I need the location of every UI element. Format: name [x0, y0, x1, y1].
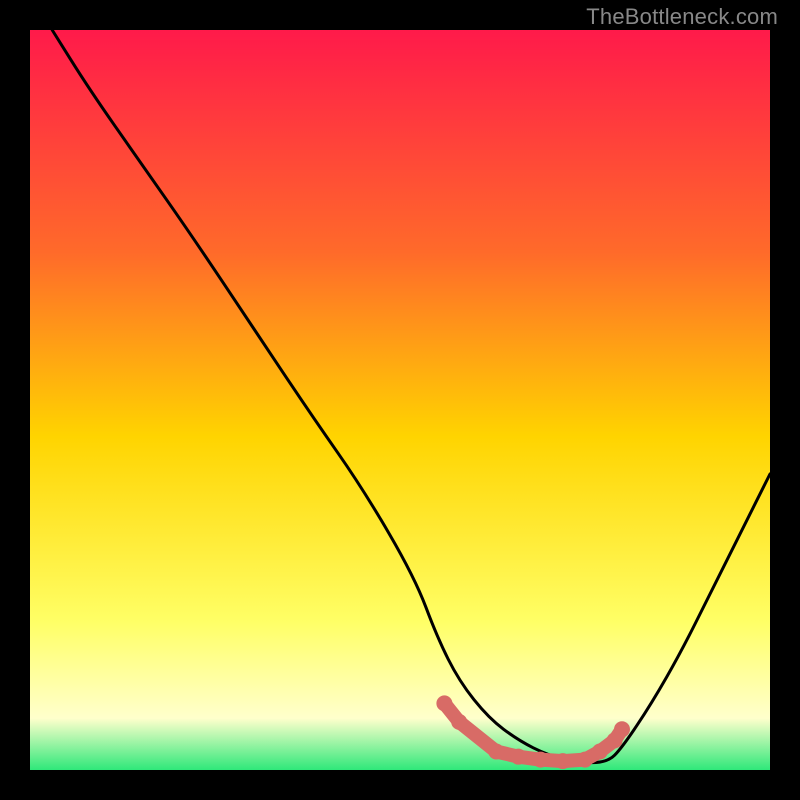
marker-dot	[577, 752, 593, 768]
gradient-background	[30, 30, 770, 770]
marker-dot	[533, 752, 549, 768]
chart-container: TheBottleneck.com	[0, 0, 800, 800]
marker-dot	[451, 714, 467, 730]
marker-dot	[510, 749, 526, 765]
marker-dot	[614, 721, 630, 737]
marker-dot	[592, 744, 608, 760]
marker-dot	[555, 753, 571, 769]
watermark-text: TheBottleneck.com	[586, 4, 778, 30]
marker-dot	[488, 744, 504, 760]
marker-dot	[436, 695, 452, 711]
bottleneck-chart	[0, 0, 800, 800]
